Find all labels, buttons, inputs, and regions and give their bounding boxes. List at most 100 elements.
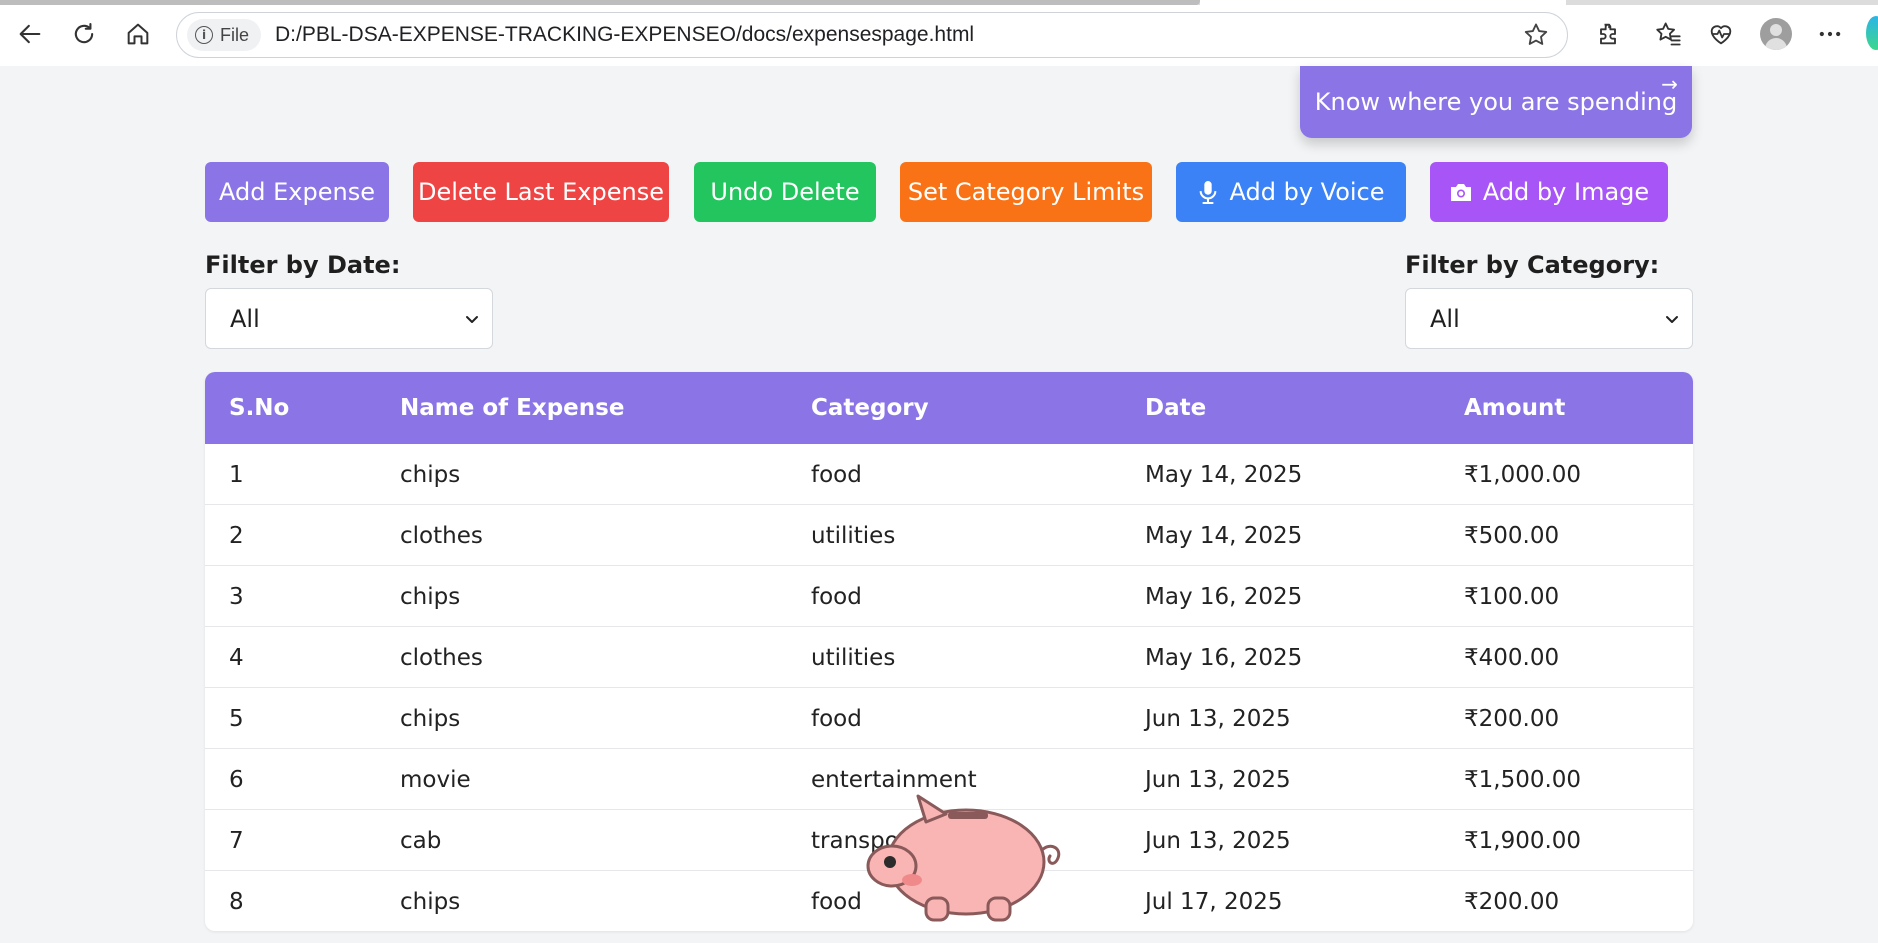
chevron-down-icon <box>1666 316 1678 323</box>
chevron-down-icon <box>466 316 478 323</box>
more-button[interactable] <box>1810 14 1850 54</box>
filter-category-label: Filter by Category: <box>1405 251 1660 279</box>
cell-amount: ₹100.00 <box>1464 583 1560 610</box>
cell-name: movie <box>400 766 471 793</box>
cell-date: May 14, 2025 <box>1145 522 1303 549</box>
spending-insights-banner[interactable]: Know where you are spending → <box>1300 66 1692 138</box>
cell-name: chips <box>400 888 461 915</box>
add-image-label: Add by Image <box>1482 178 1650 206</box>
table-row: 2 clothes utilities May 14, 2025 ₹500.00 <box>205 505 1693 566</box>
filter-category-value: All <box>1430 304 1460 333</box>
add-expense-button[interactable]: Add Expense <box>205 162 389 222</box>
table-row: 5 chips food Jun 13, 2025 ₹200.00 <box>205 688 1693 749</box>
avatar-body <box>1765 38 1787 50</box>
cell-date: May 16, 2025 <box>1145 644 1303 671</box>
undo-delete-label: Undo Delete <box>710 178 860 206</box>
undo-delete-button[interactable]: Undo Delete <box>694 162 876 222</box>
home-button[interactable] <box>118 14 158 54</box>
address-bar[interactable]: i File D:/PBL-DSA-EXPENSE-TRACKING-EXPEN… <box>176 12 1568 58</box>
favorites-button[interactable] <box>1648 14 1688 54</box>
tab-strip <box>0 0 1878 5</box>
cell-amount: ₹1,000.00 <box>1464 461 1582 488</box>
add-by-image-button[interactable]: Add by Image <box>1430 162 1668 222</box>
refresh-button[interactable] <box>64 14 104 54</box>
cell-sno: 2 <box>229 522 244 549</box>
cell-sno: 6 <box>229 766 244 793</box>
filter-date-value: All <box>230 304 260 333</box>
favorite-button[interactable] <box>1519 18 1553 52</box>
table-row: 4 clothes utilities May 16, 2025 ₹400.00 <box>205 627 1693 688</box>
tab-strip-gap <box>1200 0 1566 5</box>
cell-name: chips <box>400 461 461 488</box>
microphone-icon <box>1200 181 1217 205</box>
back-button[interactable] <box>10 14 50 54</box>
cell-name: clothes <box>400 522 483 549</box>
url-text[interactable]: D:/PBL-DSA-EXPENSE-TRACKING-EXPENSEO/doc… <box>275 23 1519 47</box>
filter-category-select[interactable]: All <box>1405 288 1693 349</box>
add-voice-label: Add by Voice <box>1229 178 1385 206</box>
table-row: 1 chips food May 14, 2025 ₹1,000.00 <box>205 444 1693 505</box>
site-info-chip[interactable]: i File <box>187 19 262 51</box>
browser-toolbar: i File D:/PBL-DSA-EXPENSE-TRACKING-EXPEN… <box>0 0 1878 66</box>
banner-text: Know where you are spending <box>1314 88 1678 116</box>
info-icon: i <box>195 26 213 44</box>
cell-name: chips <box>400 705 461 732</box>
cell-amount: ₹1,900.00 <box>1464 827 1582 854</box>
cell-name: cab <box>400 827 442 854</box>
extensions-button[interactable] <box>1588 14 1628 54</box>
add-by-voice-button[interactable]: Add by Voice <box>1176 162 1406 222</box>
cell-date: May 14, 2025 <box>1145 461 1303 488</box>
avatar-head <box>1770 24 1782 36</box>
cell-category: utilities <box>811 644 896 671</box>
cell-date: Jun 13, 2025 <box>1145 705 1291 732</box>
extensions-icon <box>1600 23 1616 45</box>
performance-button[interactable] <box>1701 14 1741 54</box>
cell-category: food <box>811 583 862 610</box>
header-sno: S.No <box>229 395 290 421</box>
filter-date-label: Filter by Date: <box>205 251 401 279</box>
cell-sno: 8 <box>229 888 244 915</box>
active-tab-edge[interactable] <box>0 0 1200 5</box>
cell-sno: 7 <box>229 827 244 854</box>
header-category: Category <box>811 395 929 421</box>
cell-name: chips <box>400 583 461 610</box>
delete-last-expense-button[interactable]: Delete Last Expense <box>413 162 669 222</box>
cell-sno: 1 <box>229 461 244 488</box>
table-header: S.No Name of Expense Category Date Amoun… <box>205 372 1693 444</box>
profile-avatar[interactable] <box>1760 18 1792 50</box>
set-category-limits-button[interactable]: Set Category Limits <box>900 162 1152 222</box>
performance-icon <box>1710 25 1732 45</box>
cell-date: Jul 17, 2025 <box>1145 888 1283 915</box>
cell-sno: 3 <box>229 583 244 610</box>
cell-date: Jun 13, 2025 <box>1145 827 1291 854</box>
cell-amount: ₹200.00 <box>1464 888 1560 915</box>
cell-category: food <box>811 705 862 732</box>
cell-amount: ₹400.00 <box>1464 644 1560 671</box>
site-chip-label: File <box>220 24 250 45</box>
copilot-icon[interactable] <box>1866 16 1878 50</box>
cell-category: utilities <box>811 522 896 549</box>
set-limits-label: Set Category Limits <box>907 178 1145 206</box>
cell-date: Jun 13, 2025 <box>1145 766 1291 793</box>
cell-name: clothes <box>400 644 483 671</box>
piggy-bank-icon <box>866 794 1061 922</box>
cell-date: May 16, 2025 <box>1145 583 1303 610</box>
header-name: Name of Expense <box>400 395 625 421</box>
cell-category: food <box>811 461 862 488</box>
filter-date-select[interactable]: All <box>205 288 493 349</box>
camera-icon <box>1450 184 1471 201</box>
cell-amount: ₹200.00 <box>1464 705 1560 732</box>
cell-sno: 4 <box>229 644 244 671</box>
table-row: 3 chips food May 16, 2025 ₹100.00 <box>205 566 1693 627</box>
cell-amount: ₹1,500.00 <box>1464 766 1582 793</box>
header-amount: Amount <box>1464 395 1566 421</box>
refresh-icon <box>74 23 94 44</box>
star-icon <box>1524 23 1548 45</box>
cell-sno: 5 <box>229 705 244 732</box>
arrow-right-icon: → <box>1661 72 1678 96</box>
more-icon <box>1819 31 1841 37</box>
delete-last-label: Delete Last Expense <box>418 178 664 206</box>
favorites-icon <box>1656 22 1681 46</box>
add-expense-label: Add Expense <box>219 178 375 206</box>
home-icon <box>127 23 149 45</box>
